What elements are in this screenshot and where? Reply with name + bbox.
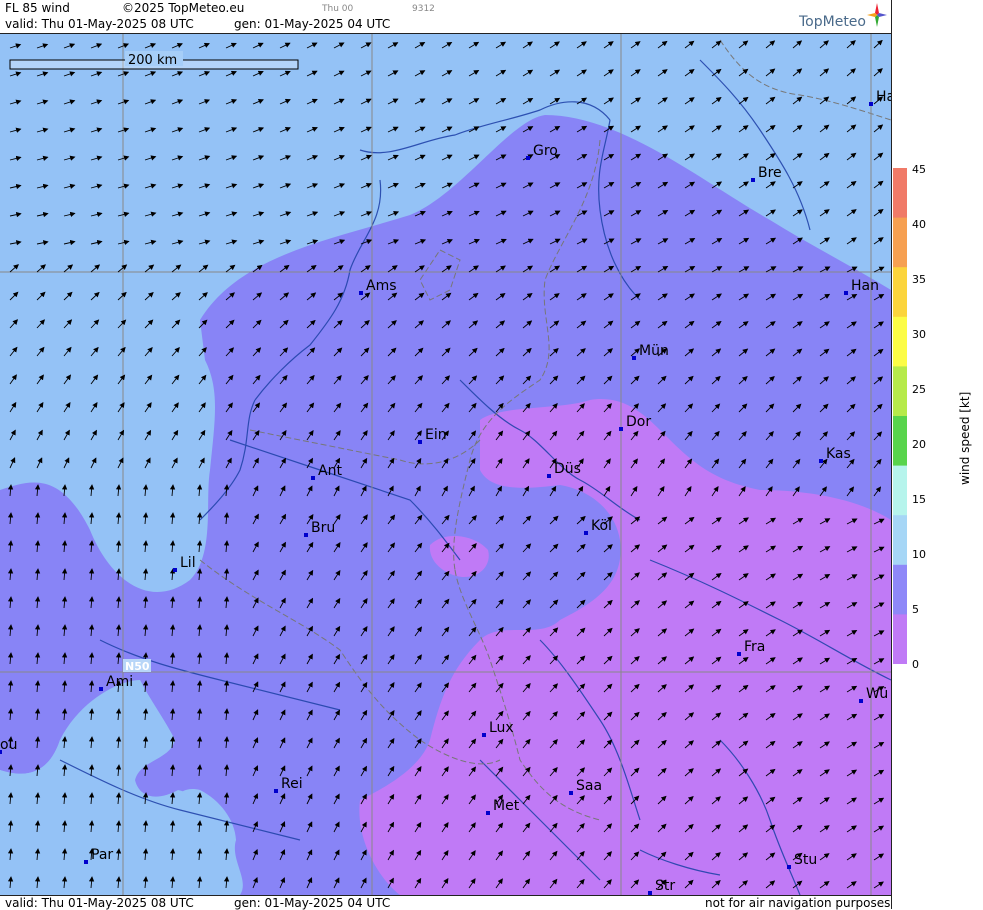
city-marker[interactable] (418, 440, 422, 444)
city-label: Rei (281, 776, 303, 792)
colorbar-tick: 45 (912, 163, 926, 176)
city-label: Dor (626, 414, 651, 430)
city-marker[interactable] (486, 811, 490, 815)
colorbar-segment (893, 168, 907, 219)
city-label: Düs (554, 461, 581, 477)
city-marker[interactable] (737, 652, 741, 656)
colorbar-tick: 15 (912, 493, 926, 506)
city-marker[interactable] (304, 533, 308, 537)
city-label: Ant (318, 463, 342, 479)
colorbar-segment (893, 614, 907, 664)
city-marker[interactable] (751, 178, 755, 182)
colorbar-tick: 0 (912, 658, 919, 671)
colorbar-segment (893, 267, 907, 318)
city-label: Gro (533, 143, 558, 159)
city-marker[interactable] (859, 699, 863, 703)
city-label: Met (493, 798, 520, 814)
city-label: Lux (489, 720, 514, 736)
city-marker[interactable] (787, 865, 791, 869)
city-marker[interactable] (311, 476, 315, 480)
colorbar-tick: 40 (912, 218, 926, 231)
city-label: Kas (826, 446, 851, 462)
colorbar-title: wind speed [kt] (958, 391, 972, 485)
city-marker[interactable] (844, 291, 848, 295)
colorbar (893, 168, 907, 664)
colorbar-segment (893, 465, 907, 516)
colorbar-segment (893, 564, 907, 615)
city-label: ou (0, 737, 17, 753)
city-label: Par (91, 847, 113, 863)
city-marker[interactable] (359, 291, 363, 295)
city-marker[interactable] (569, 791, 573, 795)
compass-star-icon (867, 3, 887, 27)
run-label: Thu 00 (322, 4, 354, 14)
colorbar-tick: 35 (912, 273, 926, 286)
colorbar-segment (893, 366, 907, 417)
footer-valid: valid: Thu 01-May-2025 08 UTC (5, 896, 194, 910)
colorbar-tick: 25 (912, 383, 926, 396)
city-label: Wü (866, 686, 888, 702)
city-label: Bru (311, 520, 335, 536)
city-marker[interactable] (869, 102, 873, 106)
city-label: Stu (794, 852, 817, 868)
footer: valid: Thu 01-May-2025 08 UTC gen: 01-Ma… (0, 895, 891, 910)
valid-time: valid: Thu 01-May-2025 08 UTC (5, 17, 194, 31)
colorbar-segment (893, 316, 907, 367)
city-marker[interactable] (584, 531, 588, 535)
gen-time: gen: 01-May-2025 04 UTC (234, 17, 391, 31)
city-marker[interactable] (84, 860, 88, 864)
city-label: Ein (425, 427, 447, 443)
colorbar-tick: 5 (912, 603, 919, 616)
city-label: Ams (366, 278, 397, 294)
colorbar-segment (893, 416, 907, 467)
city-marker[interactable] (99, 687, 103, 691)
city-label: Han (851, 278, 879, 294)
city-marker[interactable] (632, 356, 636, 360)
city-label: Ami (106, 674, 133, 690)
city-label: Saa (576, 778, 602, 794)
product-title: FL 85 wind (5, 1, 70, 15)
colorbar-segment (893, 515, 907, 566)
city-marker[interactable] (173, 568, 177, 572)
city-marker[interactable] (274, 789, 278, 793)
city-marker[interactable] (526, 156, 530, 160)
city-label: Fra (744, 639, 765, 655)
city-marker[interactable] (819, 459, 823, 463)
city-label: Mün (639, 343, 669, 359)
city-marker[interactable] (619, 427, 623, 431)
colorbar-segment (893, 217, 907, 268)
city-label: Ha (876, 89, 891, 105)
header: FL 85 wind ©2025 TopMeteo.eu Thu 00 9312… (0, 0, 891, 34)
colorbar-tick: 20 (912, 438, 926, 451)
code-label: 9312 (412, 4, 435, 14)
colorbar-tick: 10 (912, 548, 926, 561)
city-marker[interactable] (482, 733, 486, 737)
city-marker[interactable] (547, 474, 551, 478)
copyright: ©2025 TopMeteo.eu (122, 1, 245, 15)
grid-label: N50 (125, 660, 150, 673)
footer-notice: not for air navigation purposes (705, 896, 891, 910)
brand-logo[interactable]: TopMeteo (799, 14, 866, 30)
city-label: Köl (591, 518, 612, 534)
city-label: Bre (758, 165, 782, 181)
wind-map[interactable]: 200 km N50 Ha Gro Bre Ams Han Mün Ein Dor Düs Kas… (0, 33, 891, 895)
city-label: Lil (180, 555, 196, 571)
scale-bar-label: 200 km (128, 53, 177, 68)
colorbar-tick: 30 (912, 328, 926, 341)
footer-gen: gen: 01-May-2025 04 UTC (234, 896, 391, 910)
city-label: Str (655, 878, 675, 894)
